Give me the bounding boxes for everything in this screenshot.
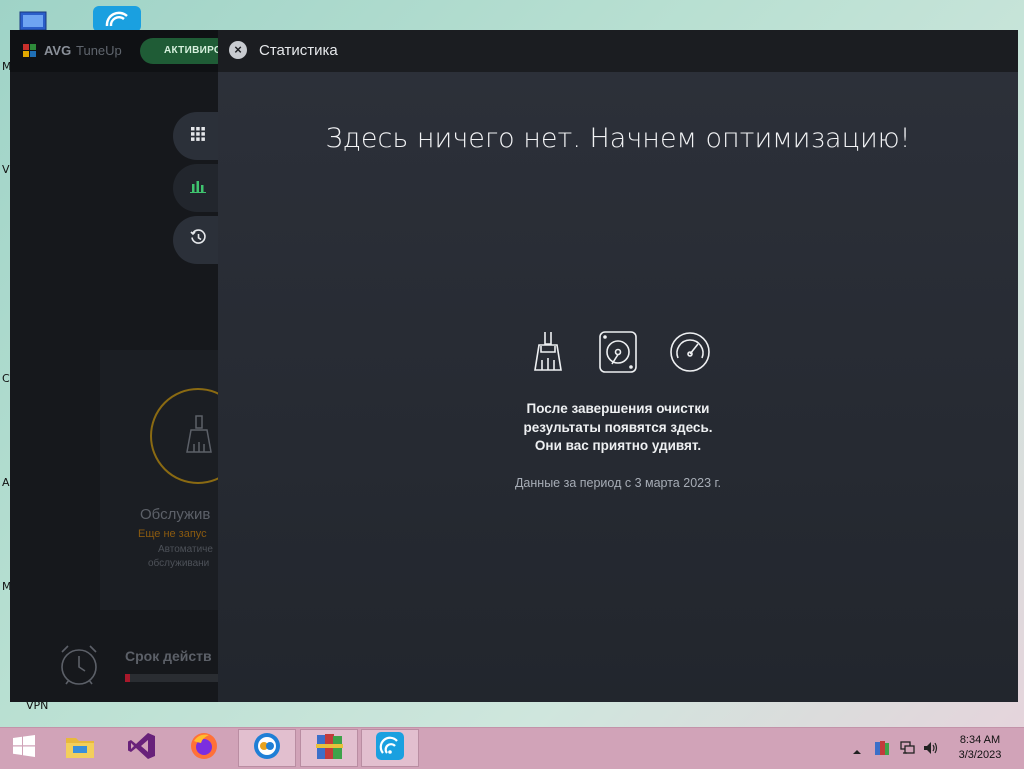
windows-logo-icon: [12, 734, 36, 763]
desktop-computer-icon[interactable]: [18, 10, 50, 32]
network-icon[interactable]: [899, 740, 915, 761]
bar-chart-icon: [190, 179, 206, 198]
speedometer-icon: [668, 330, 712, 374]
avg-secure-browser-icon: [252, 731, 282, 766]
avg-secure-browser-taskbar-button[interactable]: [238, 729, 296, 767]
avg-product-name: TuneUp: [76, 43, 122, 58]
winrar-taskbar-button[interactable]: [300, 729, 358, 767]
firefox-icon: [189, 731, 219, 766]
avg-brand: AVG: [44, 43, 72, 58]
desktop-label: V: [2, 163, 10, 176]
visual-studio-taskbar-button[interactable]: [113, 729, 171, 767]
desktop-label: C: [2, 372, 10, 385]
visual-studio-icon: [127, 731, 157, 766]
volume-icon[interactable]: [922, 740, 938, 761]
maintenance-title: Обслужив: [140, 506, 211, 523]
show-hidden-icons-icon[interactable]: [852, 743, 862, 761]
hard-drive-icon: [596, 330, 640, 374]
maintenance-status: Еще не запус: [138, 528, 207, 540]
subscription-progress: [125, 674, 220, 682]
subscription-title: Срок действ: [125, 648, 212, 664]
clock-date: 3/3/2023: [958, 749, 1002, 761]
statistics-icons: [518, 330, 718, 380]
subscription-progress-fill: [125, 674, 130, 682]
statistics-title: Статистика: [259, 42, 338, 59]
firefox-taskbar-button[interactable]: [175, 729, 233, 767]
avg-tuneup-taskbar-button[interactable]: [361, 729, 419, 767]
statistics-panel: Здесь ничего нет. Начнем оптимизацию! По…: [218, 72, 1018, 702]
avg-titlebar: AVG TuneUp АКТИВИРО: [10, 30, 230, 72]
avg-logo-icon: [22, 42, 38, 58]
alarm-clock-icon: [54, 640, 104, 695]
avg-tuneup-window: AVG TuneUp АКТИВИРО Обслужив Еще не запу…: [10, 30, 1018, 702]
maintenance-description: Автоматиче обслуживани: [148, 544, 213, 569]
winrar-icon: [313, 731, 345, 766]
file-explorer-taskbar-button[interactable]: [51, 729, 109, 767]
statistics-headline: Здесь ничего нет. Начнем оптимизацию!: [325, 123, 911, 154]
clock-time: 8:34 AM: [959, 734, 1001, 746]
winrar-tray-icon[interactable]: [874, 740, 890, 761]
statistics-header: × Статистика: [218, 30, 1018, 72]
statistics-period: Данные за период с 3 марта 2023 г.: [514, 476, 722, 490]
desktop-label: A: [2, 476, 10, 489]
grid-icon: [191, 126, 205, 146]
folder-icon: [64, 732, 96, 765]
history-icon: [189, 229, 207, 251]
taskbar-clock[interactable]: 8:34 AM 3/3/2023: [950, 733, 1010, 763]
taskbar: [0, 727, 1024, 769]
avg-tuneup-icon: [375, 731, 405, 766]
close-icon[interactable]: ×: [229, 41, 247, 59]
broom-icon: [186, 415, 212, 453]
avg-tuneup-desktop-icon[interactable]: [93, 6, 141, 32]
start-button[interactable]: [0, 729, 48, 767]
activate-button[interactable]: АКТИВИРО: [140, 38, 230, 64]
statistics-message: После завершения очистки результаты появ…: [523, 401, 713, 453]
broom-icon: [526, 330, 570, 374]
